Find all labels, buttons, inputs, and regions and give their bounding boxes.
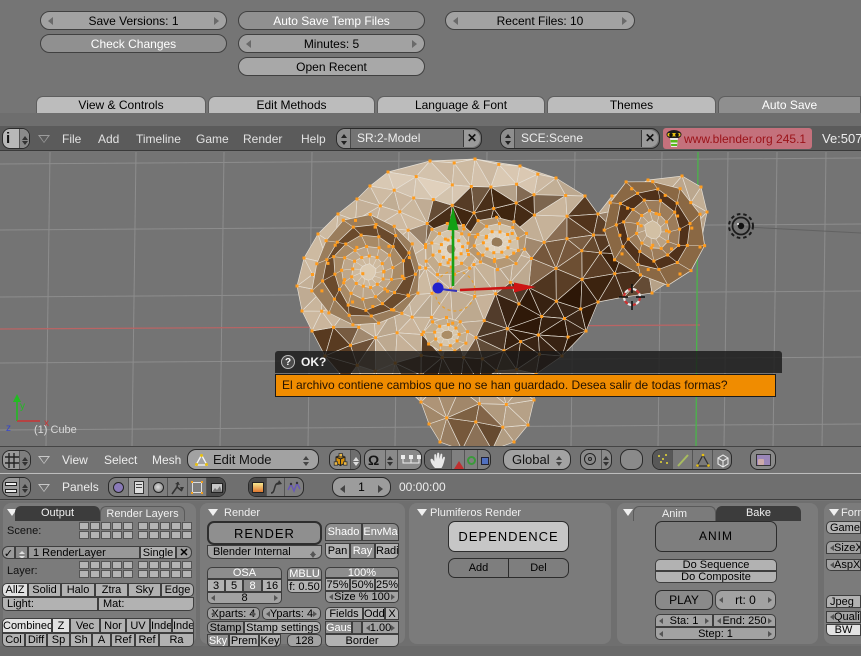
svg-text:y: y: [20, 401, 25, 412]
svg-text:z: z: [6, 423, 11, 434]
